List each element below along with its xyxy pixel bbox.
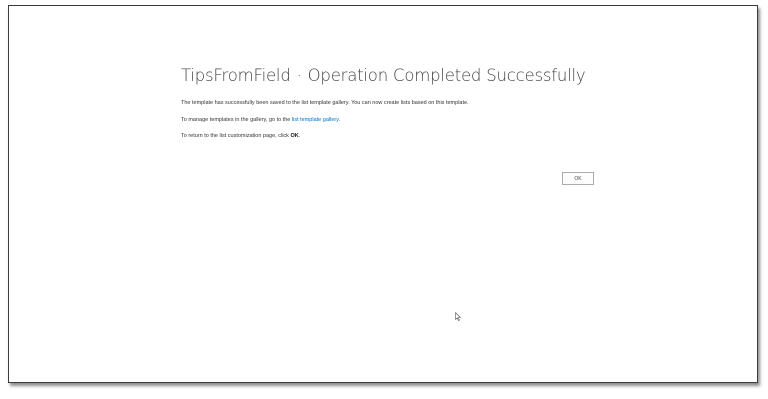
title-separator: · xyxy=(296,66,302,85)
list-template-gallery-link[interactable]: list template gallery xyxy=(292,117,339,123)
page-content: TipsFromField · Operation Completed Succes… xyxy=(181,66,601,150)
mouse-pointer-icon xyxy=(455,312,461,321)
browser-window: TipsFromField · Operation Completed Succes… xyxy=(8,5,758,383)
manage-templates-suffix: . xyxy=(338,116,341,123)
ok-button[interactable]: OK xyxy=(562,172,594,185)
return-message: To return to the list customization page… xyxy=(181,133,601,140)
return-message-prefix: To return to the list customization page… xyxy=(181,133,291,139)
page-title: TipsFromField · Operation Completed Succes… xyxy=(181,66,601,85)
success-message: The template has successfully been saved… xyxy=(181,100,601,107)
success-message-text: The template has successfully been saved… xyxy=(181,100,469,106)
manage-templates-message: To manage templates in the gallery, go t… xyxy=(181,117,601,124)
operation-title: Operation Completed Successfully xyxy=(307,66,586,85)
return-message-suffix: . xyxy=(298,133,301,139)
return-message-ok: OK xyxy=(290,133,299,139)
site-title: TipsFromField xyxy=(181,66,291,85)
manage-templates-prefix: To manage templates in the gallery, go t… xyxy=(181,116,292,123)
